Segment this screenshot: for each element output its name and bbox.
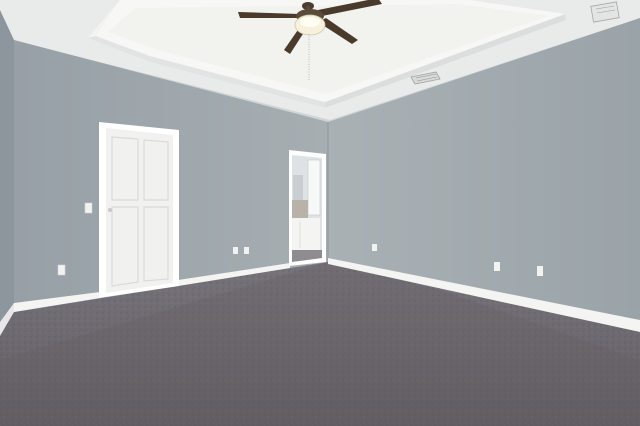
left-side-wall — [0, 10, 14, 330]
outlet-icon — [537, 266, 543, 276]
outlet-icon — [372, 244, 377, 251]
door-knob — [108, 208, 112, 212]
outlet-icon — [57, 264, 66, 276]
outlet-icon — [233, 247, 238, 254]
outlet-icon — [244, 247, 249, 254]
doorway-icon — [289, 150, 326, 266]
empty-bedroom-photo — [0, 0, 640, 426]
outlet-icon — [494, 262, 500, 271]
light-switch-icon — [84, 202, 93, 214]
door-icon — [99, 122, 179, 298]
